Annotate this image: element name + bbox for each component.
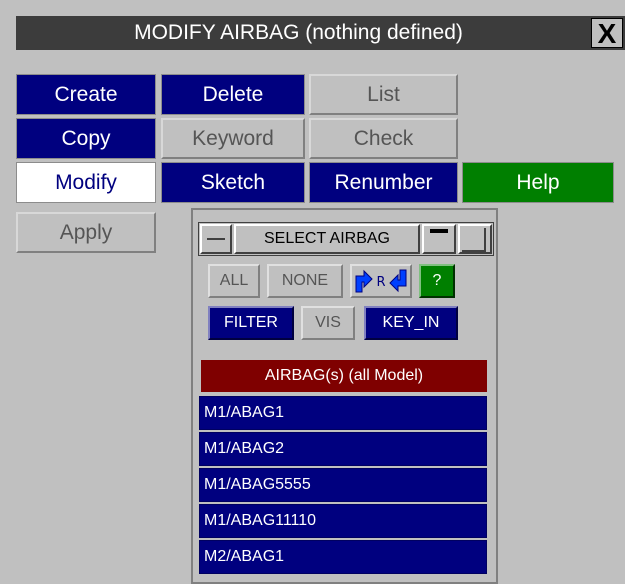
- airbag-list-header: AIRBAG(s) (all Model): [201, 360, 487, 392]
- window-titlebar: MODIFY AIRBAG (nothing defined): [16, 16, 625, 50]
- vis-button[interactable]: VIS: [301, 306, 355, 340]
- filter-button[interactable]: FILTER: [208, 306, 294, 340]
- keyword-button[interactable]: Keyword: [161, 118, 305, 159]
- modify-button[interactable]: Modify: [16, 162, 156, 203]
- collapse-icon[interactable]: [422, 224, 456, 254]
- maximize-icon[interactable]: [458, 224, 492, 254]
- select-none-button[interactable]: NONE: [267, 264, 343, 298]
- list-item[interactable]: M1/ABAG5555: [199, 468, 487, 502]
- sketch-button[interactable]: Sketch: [161, 162, 305, 203]
- copy-button[interactable]: Copy: [16, 118, 156, 159]
- reverse-label: R: [376, 275, 385, 290]
- question-button[interactable]: ?: [419, 264, 455, 298]
- check-button[interactable]: Check: [309, 118, 458, 159]
- list-item[interactable]: M1/ABAG1: [199, 396, 487, 430]
- list-item[interactable]: M1/ABAG11110: [199, 504, 487, 538]
- close-icon[interactable]: X: [591, 18, 623, 49]
- list-item[interactable]: M1/ABAG2: [199, 432, 487, 466]
- list-item[interactable]: M2/ABAG1: [199, 540, 487, 574]
- create-button[interactable]: Create: [16, 74, 156, 115]
- select-panel-title: SELECT AIRBAG: [234, 224, 420, 254]
- help-button[interactable]: Help: [462, 162, 614, 203]
- key-in-button[interactable]: KEY_IN: [364, 306, 458, 340]
- reverse-arrows-icon: R: [355, 269, 407, 293]
- renumber-button[interactable]: Renumber: [309, 162, 458, 203]
- apply-button[interactable]: Apply: [16, 212, 156, 253]
- select-all-button[interactable]: ALL: [208, 264, 260, 298]
- delete-button[interactable]: Delete: [161, 74, 305, 115]
- minimize-icon[interactable]: [200, 224, 232, 254]
- reverse-selection-button[interactable]: R: [350, 264, 412, 298]
- list-button[interactable]: List: [309, 74, 458, 115]
- window-title: MODIFY AIRBAG (nothing defined): [134, 21, 463, 44]
